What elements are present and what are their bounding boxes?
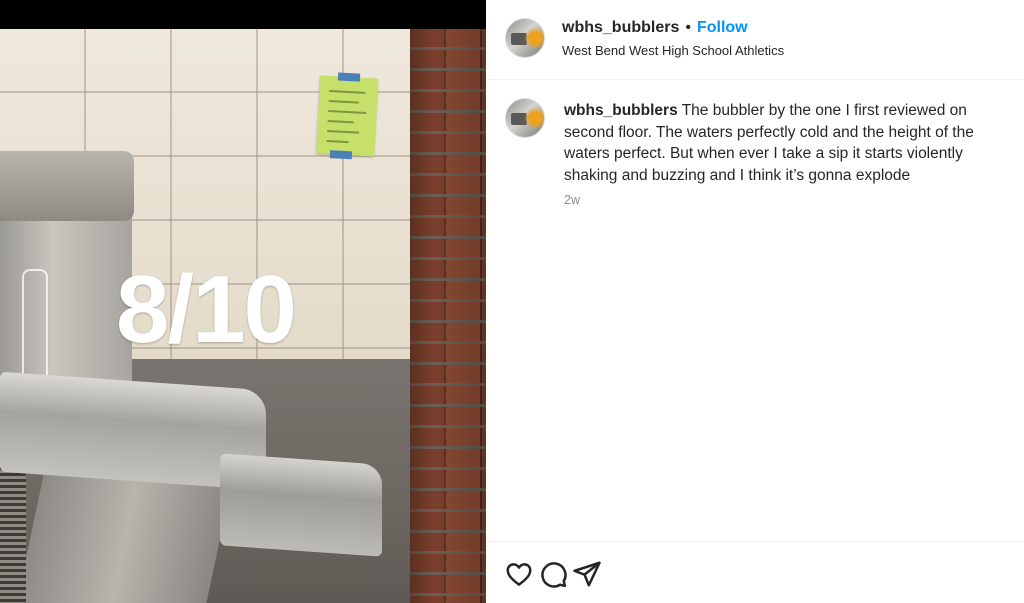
fountain-basin-lower <box>220 453 382 557</box>
fountain-stand <box>15 469 235 603</box>
caption-text-block: wbhs_bubblers The bubbler by the one I f… <box>564 100 1006 186</box>
instagram-post: 8/10 wbhs_bubblers • Follow West Bend West… <box>0 0 1024 603</box>
location-subtitle[interactable]: West Bend West High School Athletics <box>562 43 784 58</box>
caption-avatar[interactable] <box>505 98 545 138</box>
action-bar <box>486 541 1024 603</box>
brick-wall <box>410 29 486 603</box>
header-name-row: wbhs_bubblers • Follow <box>562 18 748 38</box>
rating-overlay-text: 8/10 <box>116 256 297 363</box>
post-side-panel: wbhs_bubblers • Follow West Bend West High… <box>486 0 1024 603</box>
caption-username-link[interactable]: wbhs_bubblers <box>564 102 678 119</box>
comment-icon[interactable] <box>538 559 568 589</box>
heart-icon[interactable] <box>504 559 534 589</box>
separator-dot: • <box>685 19 691 36</box>
post-header: wbhs_bubblers • Follow West Bend West High… <box>486 0 1024 80</box>
post-timestamp[interactable]: 2w <box>564 193 580 207</box>
avatar[interactable] <box>505 18 545 58</box>
wall-notice <box>315 72 379 160</box>
bottle-filler-top <box>0 151 134 221</box>
header-username-link[interactable]: wbhs_bubblers <box>562 19 679 36</box>
post-media[interactable]: 8/10 <box>0 0 486 603</box>
share-icon[interactable] <box>572 559 602 589</box>
follow-button[interactable]: Follow <box>697 19 748 36</box>
